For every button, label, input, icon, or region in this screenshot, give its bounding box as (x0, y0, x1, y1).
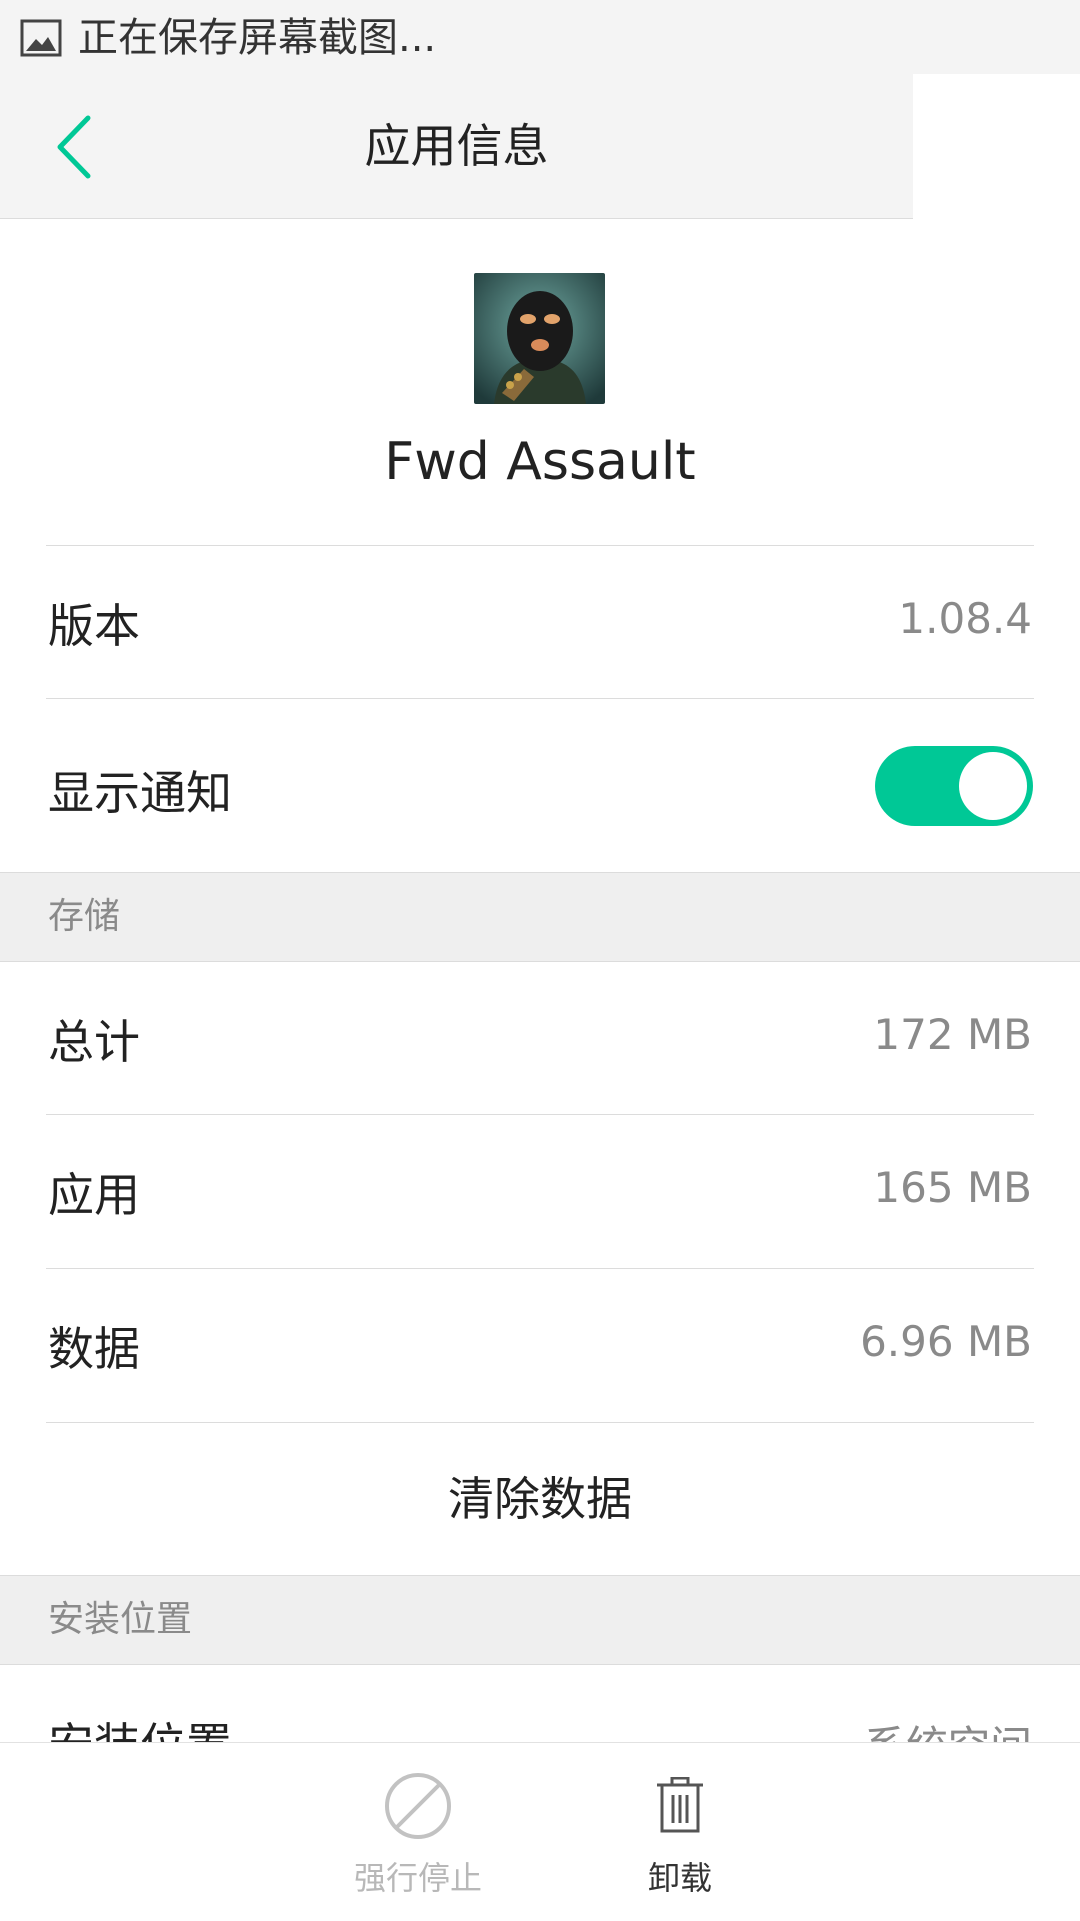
force-stop-label: 强行停止 (353, 1859, 482, 1897)
bottom-action-bar: 强行停止 卸载 (0, 1742, 1080, 1920)
storage-section-header: 存储 (0, 872, 1080, 962)
install-section-label: 安装位置 (48, 1599, 193, 1640)
total-row: 总计 172 MB (0, 962, 1080, 1114)
uninstall-label: 卸载 (647, 1859, 712, 1897)
app-size-label: 应用 (48, 1168, 140, 1222)
screenshot-icon (20, 19, 62, 57)
trash-icon (657, 1777, 703, 1833)
total-value: 172 MB (873, 1010, 1032, 1059)
page-title: 应用信息 (364, 119, 549, 173)
clear-data-button[interactable]: 清除数据 (0, 1424, 1080, 1574)
total-label: 总计 (48, 1015, 140, 1069)
notification-label: 显示通知 (48, 766, 232, 820)
toggle-knob (959, 752, 1027, 820)
back-icon[interactable] (46, 112, 106, 182)
version-value: 1.08.4 (898, 594, 1032, 643)
data-size-row: 数据 6.96 MB (0, 1269, 1080, 1421)
app-name: Fwd Assault (384, 432, 696, 492)
force-stop-icon (385, 1773, 451, 1839)
notification-toggle[interactable] (875, 746, 1033, 826)
title-bar: 应用信息 (0, 74, 913, 219)
force-stop-button[interactable]: 强行停止 (318, 1743, 518, 1921)
app-size-value: 165 MB (873, 1163, 1032, 1212)
data-size-value: 6.96 MB (860, 1317, 1032, 1366)
app-size-row: 应用 165 MB (0, 1115, 1080, 1267)
storage-section-label: 存储 (48, 896, 121, 937)
version-label: 版本 (48, 599, 140, 653)
app-icon (474, 273, 605, 404)
uninstall-button[interactable]: 卸载 (580, 1743, 780, 1921)
divider (46, 1422, 1034, 1423)
status-text: 正在保存屏幕截图... (78, 15, 437, 61)
install-section-header: 安装位置 (0, 1575, 1080, 1665)
version-row: 版本 1.08.4 (0, 546, 1080, 698)
data-size-label: 数据 (48, 1322, 140, 1376)
status-bar: 正在保存屏幕截图... (0, 0, 1080, 74)
